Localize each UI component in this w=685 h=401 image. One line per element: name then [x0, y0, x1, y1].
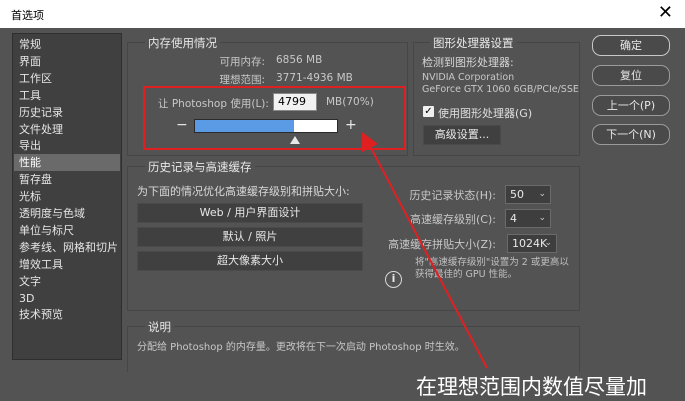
annotation-arrow	[362, 132, 488, 369]
annotation-text: 在理想范围内数值尽量加	[416, 375, 647, 399]
